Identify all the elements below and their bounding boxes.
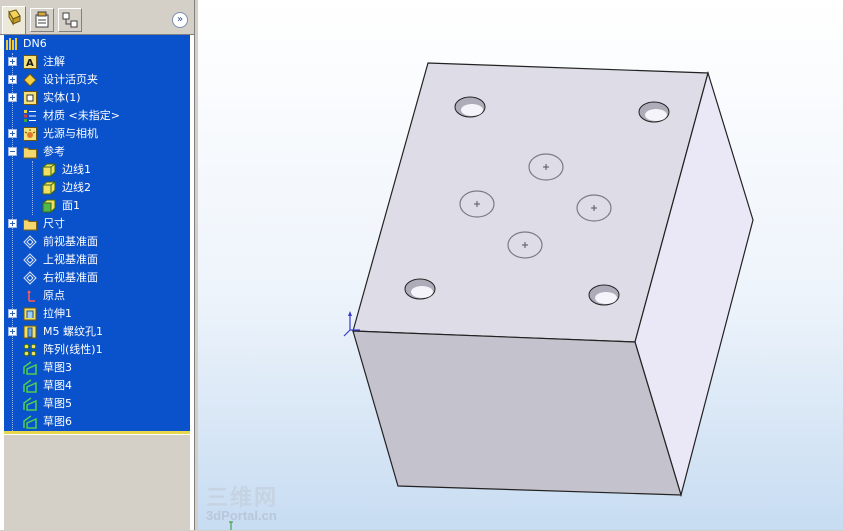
tree-item-label: 拉伸1: [43, 307, 72, 320]
cube-front-face: [352, 330, 682, 496]
panel-tab-bar: »: [0, 0, 194, 35]
tree-item-material[interactable]: 材质 <未指定>: [4, 107, 190, 125]
graphics-viewport[interactable]: 三维网 3dPortal.cn: [198, 0, 843, 530]
tree-item-label: 边线1: [62, 163, 91, 176]
tree-item-front-plane[interactable]: 前视基准面: [4, 233, 190, 251]
annotation-icon: A: [23, 55, 37, 69]
sketch-icon: [23, 361, 37, 375]
expand-toggle[interactable]: [8, 93, 17, 102]
material-icon: [23, 109, 37, 123]
tab-configuration-manager[interactable]: [58, 8, 82, 32]
extrude-icon: [23, 307, 37, 321]
tree-item-label: 上视基准面: [43, 253, 98, 266]
tree-item-label: 前视基准面: [43, 235, 98, 248]
sketch-icon: [23, 379, 37, 393]
panel-empty-area: [4, 434, 190, 531]
tree-item-label: 光源与相机: [43, 127, 98, 140]
watermark-site-text: 3dPortal.cn: [206, 508, 277, 523]
part-model[interactable]: [198, 0, 843, 530]
expand-toggle[interactable]: [8, 75, 17, 84]
feature-tree[interactable]: DN6 A 注解 设计活页夹 实体(1) 材质 <未指定> 光源与相机 参考 边…: [4, 35, 190, 437]
tree-item-edge1[interactable]: 边线1: [4, 161, 190, 179]
expand-toggle[interactable]: [8, 57, 17, 66]
tree-item-label: 原点: [43, 289, 65, 302]
expand-toggle[interactable]: [8, 309, 17, 318]
sketch-icon: [23, 397, 37, 411]
corner-hole[interactable]: [454, 96, 486, 118]
tree-item-linear-pattern1[interactable]: 阵列(线性)1: [4, 341, 190, 359]
lights-camera-icon: [23, 127, 37, 141]
watermark-logo: 三维网 3dPortal.cn: [206, 480, 278, 523]
tab-feature-manager[interactable]: [2, 6, 26, 34]
tree-item-lights-cameras[interactable]: 光源与相机: [4, 125, 190, 143]
svg-text:A: A: [26, 58, 34, 69]
tree-item-label: 尺寸: [43, 217, 65, 230]
tree-item-right-plane[interactable]: 右视基准面: [4, 269, 190, 287]
hole-wizard-icon: [23, 325, 37, 339]
tree-item-sketch3[interactable]: 草图3: [4, 359, 190, 377]
feature-manager-icon: [8, 9, 21, 26]
tree-item-label: 注解: [43, 55, 65, 68]
linear-pattern-icon: [23, 343, 37, 357]
reference-edge-icon: [42, 163, 56, 177]
tree-item-m5-tapped-hole1[interactable]: M5 螺纹孔1: [4, 323, 190, 341]
tree-item-extrude1[interactable]: 拉伸1: [4, 305, 190, 323]
feature-manager-panel: » DN6 A 注解 设计活页夹 实体(1) 材质 <未指定> 光源与相机 参考…: [0, 0, 195, 531]
tree-item-label: 草图6: [43, 415, 72, 428]
tree-item-label: 材质 <未指定>: [43, 109, 120, 122]
tree-item-edge2[interactable]: 边线2: [4, 179, 190, 197]
plane-icon: [23, 271, 37, 285]
tree-item-label: 面1: [62, 199, 80, 212]
corner-hole[interactable]: [588, 284, 620, 306]
tree-item-design-binder[interactable]: 设计活页夹: [4, 71, 190, 89]
axis-indicator-icon: [229, 521, 233, 530]
tree-item-top-plane[interactable]: 上视基准面: [4, 251, 190, 269]
tree-item-label: 右视基准面: [43, 271, 98, 284]
tree-root-label: DN6: [23, 37, 47, 50]
expand-toggle[interactable]: [8, 219, 17, 228]
solid-bodies-icon: [23, 91, 37, 105]
tree-item-dimensions-folder[interactable]: 尺寸: [4, 215, 190, 233]
collapse-toggle[interactable]: [8, 147, 17, 156]
tree-item-label: 草图5: [43, 397, 72, 410]
reference-edge-icon: [42, 181, 56, 195]
plane-icon: [23, 253, 37, 267]
tree-item-sketch6[interactable]: 草图6: [4, 413, 190, 431]
tree-item-reference-folder[interactable]: 参考: [4, 143, 190, 161]
tree-item-label: M5 螺纹孔1: [43, 325, 103, 338]
expand-toggle[interactable]: [8, 327, 17, 336]
tree-item-label: 阵列(线性)1: [43, 343, 103, 356]
sketch-icon: [23, 415, 37, 429]
tree-item-sketch4[interactable]: 草图4: [4, 377, 190, 395]
tree-item-label: 草图3: [43, 361, 72, 374]
plane-icon: [23, 235, 37, 249]
corner-hole[interactable]: [638, 101, 670, 123]
tree-item-sketch5[interactable]: 草图5: [4, 395, 190, 413]
folder-icon: [23, 145, 37, 159]
collapse-panel-button[interactable]: »: [172, 12, 188, 28]
tree-root[interactable]: DN6: [4, 35, 190, 53]
tree-item-solid-bodies[interactable]: 实体(1): [4, 89, 190, 107]
tab-property-manager[interactable]: [30, 8, 54, 32]
tree-item-label: 参考: [43, 145, 65, 158]
origin-icon: [23, 289, 37, 303]
tree-item-annotations[interactable]: A 注解: [4, 53, 190, 71]
property-manager-icon: [35, 11, 49, 28]
tree-item-label: 草图4: [43, 379, 72, 392]
reference-face-icon: [42, 199, 56, 213]
part-icon: [5, 37, 19, 51]
folder-icon: [23, 217, 37, 231]
expand-toggle[interactable]: [8, 129, 17, 138]
tree-item-label: 实体(1): [43, 91, 81, 104]
corner-hole[interactable]: [404, 278, 436, 300]
tree-item-face1[interactable]: 面1: [4, 197, 190, 215]
tree-item-label: 设计活页夹: [43, 73, 98, 86]
tree-item-origin[interactable]: 原点: [4, 287, 190, 305]
design-binder-icon: [23, 73, 37, 87]
tree-item-label: 边线2: [62, 181, 91, 194]
configuration-manager-icon: [62, 12, 78, 28]
